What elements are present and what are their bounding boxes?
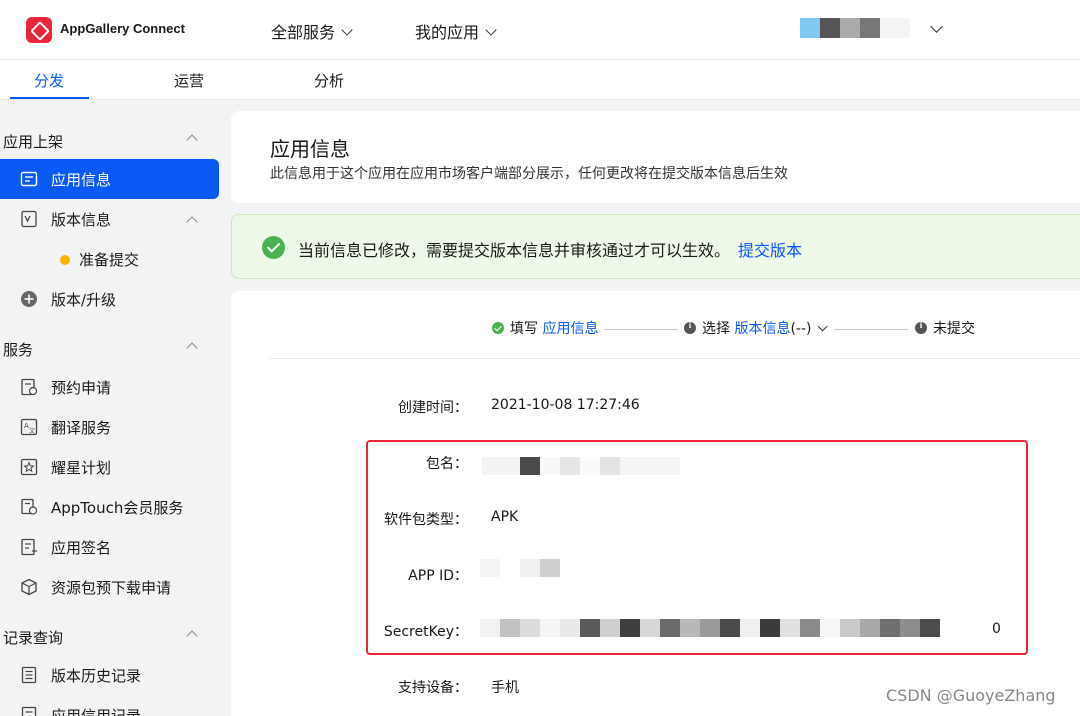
sidebar-item-label: 耀星计划 (51, 459, 112, 477)
chevron-down-icon (341, 24, 353, 36)
step-connector (604, 329, 678, 330)
svg-text:文: 文 (29, 427, 35, 435)
sidebar-item-label: 应用签名 (51, 539, 112, 557)
step-info-icon (684, 320, 696, 334)
alert-message: 当前信息已修改，需要提交版本信息并审核通过才可以生效。 提交版本 (298, 237, 802, 261)
step3-label: 未提交 (933, 321, 975, 337)
signature-icon (21, 538, 37, 556)
step2-link[interactable]: 版本信息 (734, 321, 790, 337)
app-info-icon (20, 171, 38, 187)
sidebar-item-label: 版本/升级 (51, 291, 117, 309)
all-services-label: 全部服务 (271, 23, 336, 42)
tab-bar: 分发 运营 分析 (0, 60, 1080, 100)
modified-alert: 当前信息已修改，需要提交版本信息并审核通过才可以生效。 提交版本 (231, 214, 1080, 279)
apptouch-icon (21, 498, 38, 515)
sidebar-item-version-info[interactable]: 版本信息 (0, 199, 219, 239)
csdn-watermark: CSDN @GuoyeZhang (886, 686, 1056, 705)
active-tab-indicator (10, 97, 89, 99)
package-name-label: 包名： (426, 456, 468, 472)
sidebar-item-signature[interactable]: 应用签名 (0, 527, 219, 567)
tab-operations[interactable]: 运营 (149, 70, 229, 91)
chevron-down-icon (485, 24, 497, 36)
sidebar-item-label: 预约申请 (51, 379, 112, 397)
package-type-label: 软件包类型： (384, 512, 468, 528)
app-info-header-card (231, 111, 1080, 203)
step-not-submitted: 未提交 (915, 318, 975, 338)
version-info-icon (21, 210, 37, 228)
account-chevron-down-icon[interactable] (930, 20, 943, 33)
section-divider (270, 358, 1080, 359)
collapse-chevron-icon[interactable] (186, 342, 198, 354)
created-time-label: 创建时间： (398, 400, 468, 416)
my-apps-label: 我的应用 (415, 23, 480, 42)
resource-package-icon (21, 578, 37, 596)
secret-key-label: SecretKey： (383, 624, 468, 640)
step-complete-icon (492, 322, 504, 334)
success-check-icon (262, 236, 285, 259)
sidebar-item-apptouch[interactable]: AppTouch会员服务 (0, 487, 219, 527)
step2-suffix: (--) (790, 321, 812, 337)
sidebar-item-app-info[interactable]: 应用信息 (0, 159, 219, 199)
sidebar-item-reservation[interactable]: 预约申请 (0, 367, 219, 407)
sidebar-item-translation[interactable]: A文 翻译服务 (0, 407, 219, 447)
step2-prefix: 选择 (702, 321, 730, 337)
step1-link[interactable]: 应用信息 (542, 321, 598, 337)
sidebar-item-label: 资源包预下载申请 (51, 579, 172, 597)
brand-name[interactable]: AppGallery Connect (60, 21, 185, 36)
step-fill-app-info: 填写 应用信息 (492, 318, 598, 338)
tab-distribute[interactable]: 分发 (9, 70, 89, 91)
collapse-chevron-icon[interactable] (186, 134, 198, 146)
secret-key-tail: 0 (992, 621, 1001, 637)
appgallery-logo-icon[interactable] (26, 17, 52, 43)
sidebar-item-label: 应用信息 (51, 171, 112, 189)
all-services-menu[interactable]: 全部服务 (271, 19, 353, 43)
page-description: 此信息用于这个应用在应用市场客户端部分展示，任何更改将在提交版本信息后生效 (270, 166, 788, 182)
package-name-redacted (482, 457, 680, 475)
reservation-icon (21, 378, 38, 396)
collapse-chevron-icon[interactable] (186, 630, 198, 642)
submit-version-link[interactable]: 提交版本 (738, 241, 802, 260)
sidebar-item-version-upgrade[interactable]: 版本/升级 (0, 279, 219, 319)
credit-record-icon (21, 706, 37, 716)
sidebar-item-resource-package[interactable]: 资源包预下载申请 (0, 567, 219, 607)
step-connector (834, 329, 908, 330)
pending-status-dot (60, 255, 70, 265)
sidebar-item-label: AppTouch会员服务 (51, 499, 184, 517)
chevron-down-icon[interactable] (818, 321, 828, 332)
app-id-label: APP ID： (408, 568, 468, 584)
sidebar-item-credit-record[interactable]: 应用信用记录 (0, 695, 219, 716)
tab-analytics[interactable]: 分析 (289, 70, 369, 91)
sidebar-item-star-plan[interactable]: 耀星计划 (0, 447, 219, 487)
sidebar: 应用上架 应用信息 版本信息 准备提交 版本/升级 服务 预约申请 A文 翻译服… (0, 101, 230, 716)
alert-text: 当前信息已修改，需要提交版本信息并审核通过才可以生效。 (298, 241, 731, 260)
history-icon (21, 666, 37, 684)
package-type-value: APK (491, 509, 519, 525)
sidebar-item-label: 版本历史记录 (51, 667, 142, 685)
sidebar-item-pending-submit[interactable]: 准备提交 (0, 241, 219, 277)
section-title-services: 服务 (3, 341, 34, 359)
page-title: 应用信息 (270, 137, 350, 161)
top-bar: AppGallery Connect 全部服务 我的应用 (0, 0, 1080, 60)
sidebar-item-label: 准备提交 (79, 251, 140, 269)
supported-device-label: 支持设备： (398, 680, 468, 696)
account-name-redacted[interactable] (800, 18, 910, 38)
translate-icon: A文 (20, 418, 38, 436)
step-select-version: 选择 版本信息(--) (684, 318, 828, 338)
plus-circle-icon (21, 291, 37, 307)
created-time-value: 2021-10-08 17:27:46 (491, 397, 640, 413)
section-title-app-listing: 应用上架 (3, 133, 64, 151)
step-info-icon (915, 320, 927, 334)
my-apps-menu[interactable]: 我的应用 (415, 19, 497, 43)
star-plan-icon (20, 458, 38, 476)
app-id-redacted (480, 559, 560, 577)
section-title-records: 记录查询 (3, 629, 64, 647)
step1-prefix: 填写 (510, 321, 538, 337)
sidebar-item-label: 版本信息 (51, 211, 112, 229)
supported-device-value: 手机 (491, 680, 519, 696)
sidebar-item-label: 翻译服务 (51, 419, 112, 437)
sidebar-item-label: 应用信用记录 (51, 707, 142, 716)
secret-key-redacted (480, 619, 940, 637)
sidebar-item-version-history[interactable]: 版本历史记录 (0, 655, 219, 695)
